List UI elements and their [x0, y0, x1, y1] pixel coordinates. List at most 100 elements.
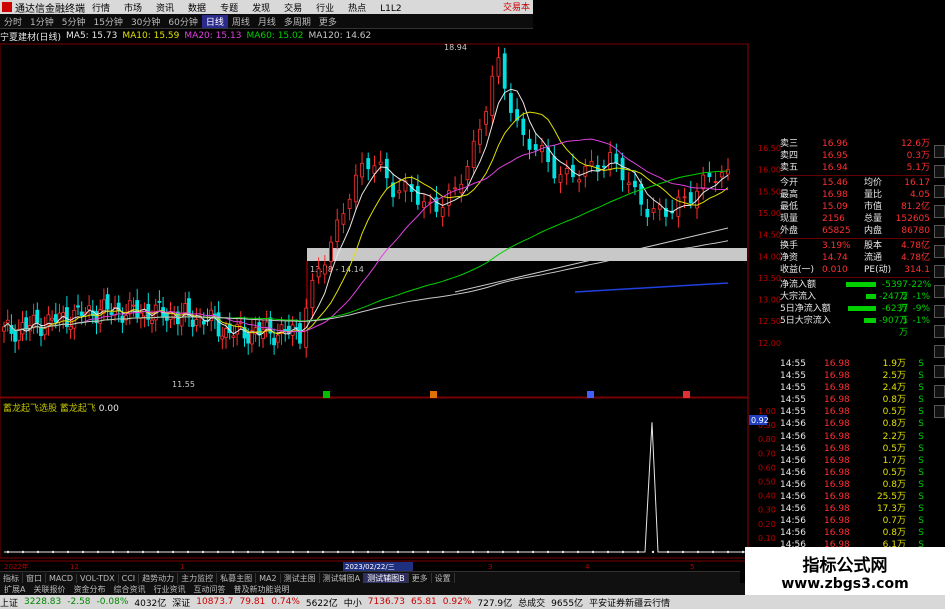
candle-body [157, 300, 162, 303]
indicator-dot [546, 550, 550, 554]
total-amount: 9655亿 [551, 598, 584, 609]
indicator-tab[interactable]: 测试主图 [281, 572, 320, 584]
quote-cell: 3.19% [822, 241, 851, 251]
flow-bar-fill [864, 318, 876, 323]
tick-row[interactable]: 14:56 16.98 0.5万 S [780, 443, 930, 455]
tick-list[interactable]: 14:55 16.98 1.9万 S 14:55 16.98 2.5万 S 14:55 16.98… [780, 358, 930, 564]
indicator-tab[interactable]: 测试辅图B [364, 572, 409, 584]
info-tab[interactable]: 关联报价 [29, 584, 69, 595]
tick-row[interactable]: 14:56 16.98 0.5万 S [780, 467, 930, 479]
candle-body [360, 162, 364, 178]
candle-body [224, 328, 228, 338]
indicator-tab[interactable]: 私募主图 [217, 572, 257, 584]
tick-cell: S [918, 443, 924, 454]
tick-cell: 16.98 [824, 431, 850, 442]
tick-row[interactable]: 14:55 16.98 2.4万 S [780, 382, 930, 394]
info-tab[interactable]: 互动问答 [189, 584, 229, 595]
candle-body [533, 144, 538, 151]
tick-row[interactable]: 14:55 16.98 1.9万 S [780, 358, 930, 370]
indicator-tab[interactable]: 测试辅图A [320, 572, 365, 584]
flow-label: 5日净流入额 [780, 304, 831, 314]
sidebar-tool-icon[interactable] [934, 225, 945, 238]
price-tick: 14.00 [758, 252, 781, 261]
tick-row[interactable]: 14:56 16.98 1.7万 S [780, 455, 930, 467]
tick-row[interactable]: 14:56 16.98 0.8万 S [780, 479, 930, 491]
sidebar-tool-icon[interactable] [934, 205, 945, 218]
tick-cell: 16.98 [824, 419, 850, 430]
indicator-tab[interactable]: 设置 [432, 572, 455, 584]
info-tab[interactable]: 普及新功能说明 [229, 584, 293, 595]
sidebar-tool-icon[interactable] [934, 165, 945, 178]
tick-row[interactable]: 14:56 16.98 17.3万 S [780, 503, 930, 515]
tick-row[interactable]: 14:55 16.98 0.5万 S [780, 406, 930, 418]
indicator-tick: 1.00 [758, 407, 776, 416]
event-marker-icon[interactable] [430, 391, 437, 398]
sidebar-tool-icon[interactable] [934, 385, 945, 398]
indicator-tab[interactable]: 主力监控 [178, 572, 218, 584]
sidebar-tool-icon[interactable] [934, 365, 945, 378]
indicator-tab[interactable]: 更多 [409, 572, 432, 584]
info-tab[interactable]: 综合资讯 [109, 584, 149, 595]
sidebar-tool-icon[interactable] [934, 325, 945, 338]
candle-body [378, 161, 383, 165]
sidebar-tool-icon[interactable] [934, 245, 945, 258]
indicator-tab[interactable]: MACD [46, 573, 77, 583]
event-marker-icon[interactable] [683, 391, 690, 398]
info-tab[interactable]: 资金分布 [69, 584, 109, 595]
info-tab[interactable]: 扩展A [0, 584, 29, 595]
tick-cell: 0.8万 [882, 419, 906, 430]
info-tab[interactable]: 行业资讯 [149, 584, 189, 595]
sidebar-tool-icon[interactable] [934, 185, 945, 198]
event-marker-icon[interactable] [587, 391, 594, 398]
quote-cell: 15.09 [822, 202, 848, 212]
tick-row[interactable]: 14:56 16.98 0.8万 S [780, 527, 930, 539]
tick-cell: S [918, 395, 924, 406]
tick-row[interactable]: 14:55 16.98 2.5万 S [780, 370, 930, 382]
tick-cell: 2.4万 [882, 383, 906, 394]
event-marker-icon[interactable] [323, 391, 330, 398]
price-tick: 15.50 [758, 187, 781, 196]
date-tick: 3 [488, 563, 492, 571]
indicator-dot [726, 550, 730, 554]
tick-cell: S [918, 371, 924, 382]
ma-line [3, 111, 729, 335]
sidebar-tool-icon[interactable] [934, 405, 945, 418]
indicator-tick: 0.40 [758, 492, 776, 501]
indicator-dot [186, 550, 190, 554]
candle-body [275, 334, 280, 343]
tick-row[interactable]: 14:55 16.98 0.8万 S [780, 394, 930, 406]
candle-body [415, 185, 420, 205]
tick-cell: 1.9万 [882, 359, 906, 369]
candle-body [220, 335, 225, 340]
tick-cell: S [918, 528, 924, 539]
sidebar-tool-icon[interactable] [934, 265, 945, 278]
price-tick: 12.00 [758, 339, 781, 348]
indicator-tab[interactable]: CCI [119, 573, 140, 583]
candle-body [322, 264, 327, 275]
sidebar-tool-icon[interactable] [934, 285, 945, 298]
indicator-tab[interactable]: VOL-TDX [77, 573, 119, 583]
candle-body [397, 190, 402, 194]
indicator-dot [276, 550, 280, 554]
quote-cell: 卖四 [780, 151, 799, 161]
indicator-dot [156, 550, 160, 554]
sidebar-tool-icon[interactable] [934, 345, 945, 358]
indicator-tab[interactable]: 趋势动力 [139, 572, 179, 584]
tick-row[interactable]: 14:56 16.98 0.7万 S [780, 515, 930, 527]
indicator-tab[interactable]: MA2 [256, 573, 281, 583]
indicator-tab[interactable]: 指标 [0, 572, 23, 584]
tick-row[interactable]: 14:56 16.98 2.2万 S [780, 431, 930, 443]
indicator-tick: 0.10 [758, 534, 776, 543]
sidebar-tool-icon[interactable] [934, 145, 945, 158]
indicator-tab[interactable]: 窗口 [23, 572, 46, 584]
sidebar-tool-icon[interactable] [934, 305, 945, 318]
tick-cell: 16.98 [824, 467, 850, 478]
candle-body [527, 138, 532, 150]
indicator-title: 蓄龙起飞选股 蓄龙起飞 0.00 [3, 401, 119, 414]
tick-row[interactable]: 14:56 16.98 0.8万 S [780, 418, 930, 430]
indicator-dot [21, 550, 25, 554]
tick-cell: S [918, 479, 924, 490]
tick-row[interactable]: 14:56 16.98 25.5万 S [780, 491, 930, 503]
candle-body [651, 208, 656, 214]
tick-cell: 14:56 [780, 516, 806, 527]
